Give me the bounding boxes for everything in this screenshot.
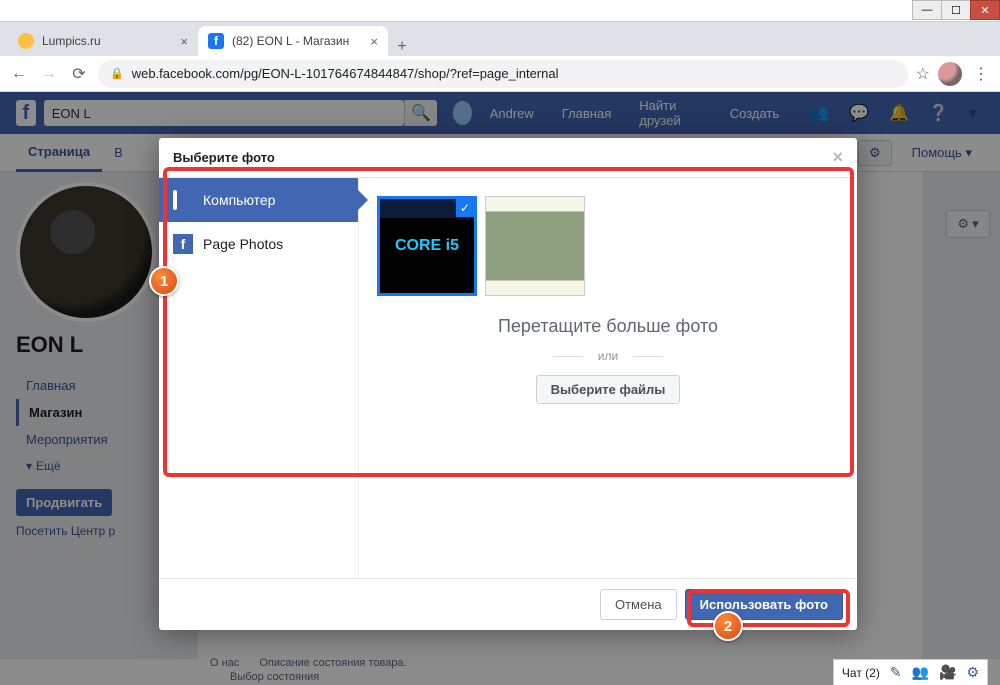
lock-icon: 🔒 (110, 67, 124, 80)
tab-close-icon[interactable]: × (180, 34, 188, 49)
thumb-caption: CORE i5 (395, 238, 459, 254)
tab-close-icon[interactable]: × (370, 34, 378, 49)
window-minimize-button[interactable]: — (912, 0, 942, 20)
address-bar[interactable]: 🔒 web.facebook.com/pg/EON-L-101764674844… (98, 60, 908, 88)
source-page-photos[interactable]: f Page Photos (159, 222, 358, 266)
photo-thumbnails: CORE i5 ✓ (377, 196, 839, 296)
cancel-button[interactable]: Отмена (600, 589, 677, 620)
or-separator: или (377, 349, 839, 363)
window-close-button[interactable]: ✕ (970, 0, 1000, 20)
choose-files-button[interactable]: Выберите файлы (536, 375, 681, 404)
modal-title-text: Выберите фото (173, 150, 275, 165)
modal-sidebar: Компьютер f Page Photos (159, 178, 359, 578)
chat-label: Чат (2) (842, 666, 880, 680)
modal-footer: Отмена Использовать фото (159, 578, 857, 630)
modal-header: Выберите фото × (159, 138, 857, 178)
profile-avatar[interactable] (938, 62, 962, 86)
group-icon[interactable]: 👥 (912, 664, 929, 681)
modal-close-button[interactable]: × (832, 147, 843, 168)
settings-icon[interactable]: ⚙ (966, 664, 979, 681)
window-titlebar: — ☐ ✕ (0, 0, 1000, 22)
photo-thumb-1[interactable]: CORE i5 ✓ (377, 196, 477, 296)
address-bar-row: ← → ⟳ 🔒 web.facebook.com/pg/EON-L-101764… (0, 56, 1000, 92)
modal-content: CORE i5 ✓ Перетащите больше фото или Выб… (359, 178, 857, 578)
window-maximize-button[interactable]: ☐ (941, 0, 971, 20)
edit-icon[interactable]: ✎ (890, 664, 902, 681)
nav-forward-button[interactable]: → (38, 65, 60, 83)
choose-photo-modal: Выберите фото × Компьютер f Page Photos … (159, 138, 857, 630)
source-computer[interactable]: Компьютер (159, 178, 358, 222)
url-text: web.facebook.com/pg/EON-L-10176467484484… (132, 66, 559, 81)
facebook-favicon-icon: f (208, 33, 224, 49)
bookmark-star-icon[interactable]: ☆ (916, 64, 930, 84)
tab-facebook[interactable]: f (82) EON L - Магазин × (198, 26, 388, 56)
drag-more-label: Перетащите больше фото (377, 316, 839, 337)
tab-label: Lumpics.ru (42, 34, 101, 48)
selected-check-icon: ✓ (456, 199, 474, 217)
browser-tabstrip: Lumpics.ru × f (82) EON L - Магазин × + (0, 22, 1000, 56)
use-photo-button[interactable]: Использовать фото (685, 589, 843, 620)
annotation-step-1: 1 (149, 266, 179, 296)
computer-icon (173, 192, 193, 208)
nav-reload-button[interactable]: ⟳ (68, 64, 90, 84)
video-icon[interactable]: 🎥 (939, 664, 956, 681)
chat-bar[interactable]: Чат (2) ✎ 👥 🎥 ⚙ (833, 659, 988, 685)
modal-body: Компьютер f Page Photos CORE i5 ✓ Перета… (159, 178, 857, 578)
facebook-icon: f (173, 234, 193, 254)
lumpics-favicon-icon (18, 33, 34, 49)
tab-label: (82) EON L - Магазин (232, 34, 349, 48)
browser-menu-button[interactable]: ⋮ (970, 64, 992, 84)
tab-lumpics[interactable]: Lumpics.ru × (8, 26, 198, 56)
nav-back-button[interactable]: ← (8, 65, 30, 83)
new-tab-button[interactable]: + (388, 38, 416, 56)
drop-zone[interactable]: Перетащите больше фото или Выберите файл… (377, 316, 839, 404)
annotation-step-2: 2 (713, 611, 743, 641)
photo-thumb-2[interactable] (485, 196, 585, 296)
